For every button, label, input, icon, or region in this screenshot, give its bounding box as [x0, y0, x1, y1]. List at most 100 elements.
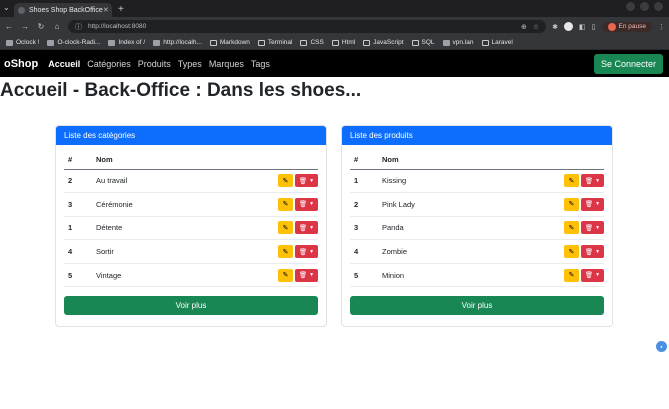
edit-button[interactable]: ✎	[278, 268, 293, 282]
delete-dropdown-button[interactable]: 🗑 ▼	[295, 221, 318, 235]
tab-title: Shoes Shop BackOffice	[29, 6, 103, 14]
trash-icon: 🗑	[584, 248, 594, 256]
row-id: 4	[350, 239, 382, 264]
nav-link-produits[interactable]: Produits	[138, 59, 171, 69]
bookmark-folder[interactable]: Laravel	[481, 39, 513, 46]
edit-button[interactable]: ✎	[564, 221, 579, 235]
edit-button[interactable]: ✎	[564, 197, 579, 211]
delete-dropdown-button[interactable]: 🗑 ▼	[295, 197, 318, 211]
forward-icon[interactable]: →	[20, 22, 30, 31]
bookmark-item[interactable]: vpn.lan	[442, 39, 474, 46]
bookmark-favicon-icon	[47, 39, 55, 46]
floating-assistant-icon[interactable]: ●	[656, 341, 667, 352]
browser-tabbar: ⌄ Shoes Shop BackOffice ✕ +	[0, 0, 669, 17]
nav-link-accueil[interactable]: Accueil	[48, 59, 80, 69]
products-card-body: # Nom 1 Kissing ✎ 🗑 ▼ 2 Pink Lady ✎ 🗑 ▼ …	[342, 145, 612, 316]
products-card-header: Liste des produits	[342, 126, 612, 145]
bookmark-folder[interactable]: CSS	[300, 39, 324, 46]
categories-more-button[interactable]: Voir plus	[64, 296, 318, 316]
minimize-icon[interactable]	[626, 2, 635, 11]
bookmark-label: Index of /	[118, 39, 146, 46]
edit-icon: ✎	[282, 201, 289, 209]
bookmark-label: Laravel	[491, 39, 513, 46]
row-id: 4	[64, 239, 96, 264]
delete-dropdown-button[interactable]: 🗑 ▼	[581, 245, 604, 259]
dashboard-cards: Liste des catégories # Nom 2 Au travail	[55, 125, 613, 327]
table-row: 4 Zombie ✎ 🗑 ▼	[350, 239, 604, 264]
close-window-icon[interactable]	[654, 2, 663, 11]
sidepanel-icon[interactable]: ▯	[592, 23, 596, 31]
tab-close-icon[interactable]: ✕	[103, 6, 109, 14]
bookmark-folder[interactable]: Markdown	[209, 39, 250, 46]
login-button[interactable]: Se Connecter	[593, 53, 663, 74]
edit-icon: ✎	[282, 224, 289, 232]
profile-status-button[interactable]: En pause	[601, 21, 652, 32]
trash-icon: 🗑	[298, 201, 308, 209]
row-name: Minion	[382, 263, 483, 288]
nav-link-types[interactable]: Types	[178, 59, 202, 69]
column-header-name: Nom	[382, 151, 483, 170]
back-icon[interactable]: ←	[4, 22, 14, 31]
bookmark-folder[interactable]: SQL	[411, 39, 435, 46]
browser-menu-icon[interactable]: ⋮	[658, 23, 665, 31]
bookmark-folder[interactable]: Terminal	[257, 39, 292, 46]
edit-button[interactable]: ✎	[564, 245, 579, 259]
bookmark-item[interactable]: Oclock !	[6, 39, 39, 46]
maximize-icon[interactable]	[640, 2, 649, 11]
reload-icon[interactable]: ↻	[36, 22, 46, 31]
bookmark-label: vpn.lan	[452, 39, 474, 46]
delete-dropdown-button[interactable]: 🗑 ▼	[295, 268, 318, 282]
folder-icon	[300, 39, 308, 46]
delete-dropdown-button[interactable]: 🗑 ▼	[295, 174, 318, 188]
edit-button[interactable]: ✎	[278, 221, 293, 235]
row-name: Sortir	[96, 239, 203, 264]
bookmark-star-icon[interactable]: ☆	[533, 23, 539, 31]
delete-dropdown-button[interactable]: 🗑 ▼	[581, 197, 604, 211]
bookmark-item[interactable]: Index of /	[108, 39, 145, 46]
brand-logo[interactable]: oShop	[4, 58, 38, 70]
tab-search-icon[interactable]: ⌄	[3, 3, 10, 12]
site-info-icon[interactable]: ⓘ	[75, 22, 82, 32]
row-id: 1	[350, 169, 382, 194]
column-header-name: Nom	[96, 151, 203, 170]
bookmark-folder[interactable]: JavaScript	[363, 39, 404, 46]
delete-dropdown-button[interactable]: 🗑 ▼	[581, 174, 604, 188]
edit-button[interactable]: ✎	[278, 174, 293, 188]
column-header-actions	[202, 151, 318, 170]
edit-button[interactable]: ✎	[564, 174, 579, 188]
address-bar[interactable]: ⓘ http://localhost:8080 ⊕ ☆	[68, 20, 547, 33]
new-tab-icon[interactable]: +	[118, 3, 124, 17]
delete-dropdown-button[interactable]: 🗑 ▼	[295, 245, 318, 259]
categories-card-body: # Nom 2 Au travail ✎ 🗑 ▼ 3 Cérémonie ✎ 🗑…	[56, 145, 326, 316]
products-more-button[interactable]: Voir plus	[350, 296, 604, 316]
edit-button[interactable]: ✎	[564, 268, 579, 282]
zoom-icon[interactable]: ⊕	[521, 23, 527, 31]
row-actions: ✎ 🗑 ▼	[482, 192, 604, 217]
delete-dropdown-button[interactable]: 🗑 ▼	[581, 221, 604, 235]
trash-icon: 🗑	[298, 248, 308, 256]
edit-icon: ✎	[282, 177, 289, 185]
trash-icon: 🗑	[298, 177, 308, 185]
column-header-id: #	[64, 151, 96, 170]
browser-tab[interactable]: Shoes Shop BackOffice ✕	[14, 3, 112, 17]
bookmark-item[interactable]: http://localh...	[153, 39, 202, 46]
bookmark-item[interactable]: O-clock-Radi...	[47, 39, 100, 46]
extension-avatar-icon[interactable]	[564, 22, 574, 31]
table-row: 5 Minion ✎ 🗑 ▼	[350, 263, 604, 288]
nav-link-tags[interactable]: Tags	[251, 59, 270, 69]
delete-dropdown-button[interactable]: 🗑 ▼	[581, 268, 604, 282]
row-id: 2	[64, 169, 96, 194]
categories-table: # Nom 2 Au travail ✎ 🗑 ▼ 3 Cérémonie ✎ 🗑…	[64, 151, 318, 288]
nav-link-marques[interactable]: Marques	[209, 59, 244, 69]
home-icon[interactable]: ⌂	[52, 22, 62, 31]
bookmark-favicon-icon	[442, 39, 450, 46]
nav-link-categories[interactable]: Catégories	[87, 59, 131, 69]
extension-icon[interactable]: ✱	[552, 23, 558, 31]
edit-button[interactable]: ✎	[278, 197, 293, 211]
folder-icon	[331, 39, 339, 46]
row-id: 5	[64, 263, 96, 288]
profile-status-label: En pause	[618, 23, 646, 30]
edit-button[interactable]: ✎	[278, 245, 293, 259]
extensions-puzzle-icon[interactable]: ◧	[579, 23, 586, 31]
bookmark-folder[interactable]: Html	[331, 39, 355, 46]
